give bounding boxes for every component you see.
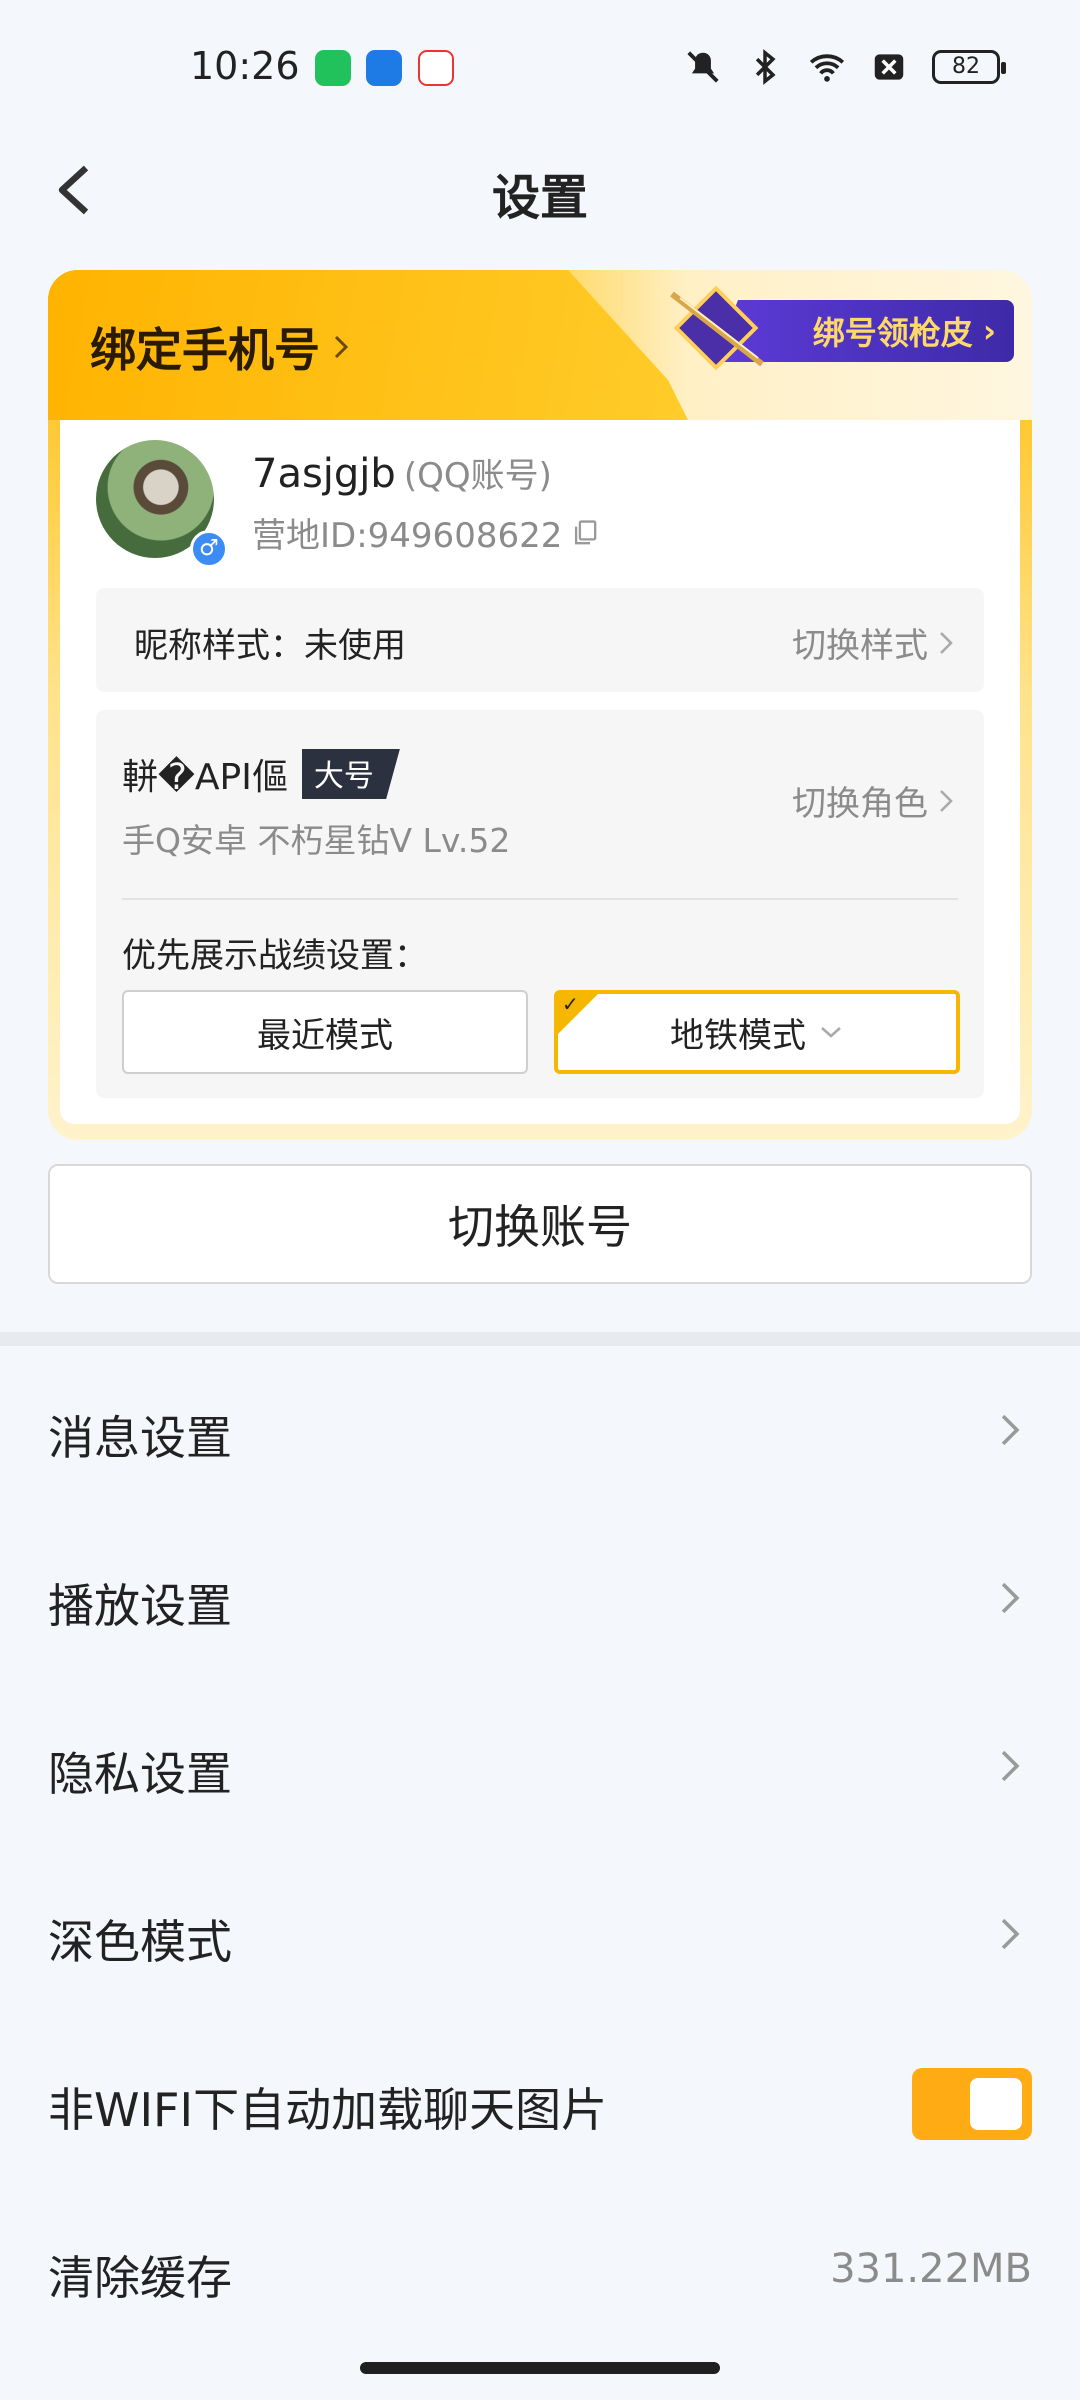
home-indicator[interactable] xyxy=(360,2362,720,2374)
account-type: (QQ账号) xyxy=(403,456,552,496)
bind-phone-banner[interactable]: 绑定手机号 绑号领枪皮 › xyxy=(48,270,1032,420)
chevron-right-icon: › xyxy=(982,312,996,350)
bind-phone-link[interactable]: 绑定手机号 xyxy=(90,314,350,380)
username-text: 7asjgjb xyxy=(252,451,396,497)
status-bar: 10:26 82 xyxy=(0,0,1080,130)
gun-skin-icon xyxy=(670,285,764,371)
status-time: 10:26 xyxy=(190,44,300,88)
switch-style-label: 切换样式 xyxy=(792,626,928,666)
bind-phone-label: 绑定手机号 xyxy=(90,323,320,377)
clear-cache-row[interactable]: 清除缓存 331.22MB xyxy=(0,2186,1080,2354)
nickname-style-row[interactable]: 昵称样式：未使用 切换样式 xyxy=(96,588,984,692)
account-card: ♂ 7asjgjb (QQ账号) 营地ID:949608622 昵称样式：未使用 … xyxy=(48,270,1032,1140)
chevron-right-icon xyxy=(940,789,953,812)
wechat-notification-icon xyxy=(315,50,351,86)
toggle-knob xyxy=(970,2078,1022,2130)
auto-load-images-label: 非WIFI下自动加载聊天图片 xyxy=(48,2083,608,2137)
chevron-right-icon xyxy=(940,631,953,654)
switch-account-button[interactable]: 切换账号 xyxy=(48,1164,1032,1284)
record-pref-label: 优先展示战绩设置： xyxy=(122,936,428,976)
privacy-settings-row[interactable]: 隐私设置 xyxy=(0,1682,1080,1850)
chevron-right-icon xyxy=(334,335,349,359)
mute-bell-icon xyxy=(687,51,719,83)
main-account-badge: 大号 xyxy=(301,749,400,799)
settings-list: 消息设置 播放设置 隐私设置 深色模式 非WIFI下自动加载聊天图片 清除缓存 … xyxy=(0,1346,1080,2354)
battery-icon: 82 xyxy=(932,50,1006,84)
nav-bar: 设置 xyxy=(0,130,1080,250)
auto-load-images-toggle[interactable] xyxy=(912,2068,1032,2140)
chevron-right-icon xyxy=(1001,1414,1020,1446)
bluetooth-icon xyxy=(755,49,776,85)
metro-mode-button[interactable]: ✓ 地铁模式 xyxy=(554,990,960,1074)
no-sim-icon xyxy=(874,54,904,80)
section-divider xyxy=(0,1332,1080,1346)
message-settings-row[interactable]: 消息设置 xyxy=(0,1346,1080,1514)
dark-mode-row[interactable]: 深色模式 xyxy=(0,1850,1080,2018)
promo-label: 绑号领枪皮 xyxy=(812,314,973,352)
username: 7asjgjb (QQ账号) xyxy=(252,448,552,497)
switch-style-link[interactable]: 切换样式 xyxy=(792,618,954,667)
divider xyxy=(122,898,958,900)
role-name-row: 軿�API傴 大号 xyxy=(122,748,400,800)
nickname-style-label: 昵称样式：未使用 xyxy=(134,626,406,666)
game-app-notification-icon xyxy=(418,50,454,86)
role-info: 手Q安卓 不朽星钻V Lv.52 xyxy=(122,821,511,860)
camp-id: 营地ID:949608622 xyxy=(252,508,598,557)
auto-load-images-row: 非WIFI下自动加载聊天图片 xyxy=(0,2018,1080,2186)
message-settings-label: 消息设置 xyxy=(48,1411,232,1465)
camp-id-text: 营地ID:949608622 xyxy=(252,516,563,556)
chevron-right-icon xyxy=(1001,1918,1020,1950)
role-box: 軿�API傴 大号 手Q安卓 不朽星钻V Lv.52 切换角色 优先展示战绩设置… xyxy=(96,710,984,1098)
chevron-down-icon xyxy=(821,1027,841,1038)
cache-size: 331.22MB xyxy=(830,2246,1032,2292)
dark-mode-label: 深色模式 xyxy=(48,1915,232,1969)
card-frame: ♂ 7asjgjb (QQ账号) 营地ID:949608622 昵称样式：未使用 … xyxy=(48,390,1032,1140)
security-app-notification-icon xyxy=(366,50,402,86)
playback-settings-row[interactable]: 播放设置 xyxy=(0,1514,1080,1682)
check-icon: ✓ xyxy=(562,992,579,1016)
metro-mode-label: 地铁模式 xyxy=(670,1015,806,1056)
chevron-right-icon xyxy=(1001,1750,1020,1782)
card-inner: ♂ 7asjgjb (QQ账号) 营地ID:949608622 昵称样式：未使用 … xyxy=(60,390,1020,1124)
recent-mode-label: 最近模式 xyxy=(257,1015,393,1056)
privacy-settings-label: 隐私设置 xyxy=(48,1747,232,1801)
male-gender-icon: ♂ xyxy=(190,530,228,568)
copy-icon[interactable] xyxy=(572,519,598,547)
role-name: 軿�API傴 xyxy=(122,757,288,798)
playback-settings-label: 播放设置 xyxy=(48,1579,232,1633)
recent-mode-button[interactable]: 最近模式 xyxy=(122,990,528,1074)
switch-role-link[interactable]: 切换角色 xyxy=(792,776,954,825)
chevron-right-icon xyxy=(1001,1582,1020,1614)
switch-role-label: 切换角色 xyxy=(792,784,928,824)
clear-cache-label: 清除缓存 xyxy=(48,2251,232,2305)
page-title: 设置 xyxy=(491,170,588,226)
wifi-icon xyxy=(809,54,845,82)
